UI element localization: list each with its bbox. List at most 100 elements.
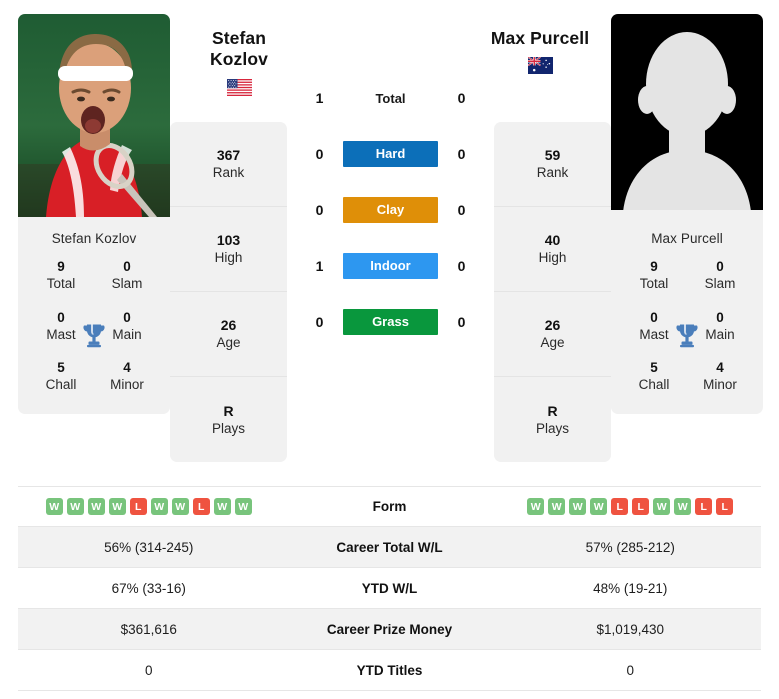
- titles-grid-right: 9 Total 0 Slam 0 Mast 0 Main 5 Chall 4 M…: [611, 258, 763, 414]
- flag-us-icon: [226, 78, 252, 96]
- trophy-icon: [675, 322, 699, 348]
- info-card-right: 59 Rank 40 High 26 Age R Plays: [494, 122, 611, 462]
- form-chip: W: [569, 498, 587, 515]
- h2h-row-indoor: 1 Indoor 0: [300, 238, 482, 294]
- title-stat-total: 9 Total: [621, 258, 687, 293]
- surface-badge-clay[interactable]: Clay: [343, 197, 438, 223]
- player-title-line1: Max Purcell: [490, 28, 590, 48]
- title-label: Slam: [704, 276, 736, 292]
- form-chip: W: [527, 498, 545, 515]
- h2h-row-grass: 0 Grass 0: [300, 294, 482, 350]
- info-row-age: 26 Age: [170, 292, 287, 377]
- info-row-rank: 59 Rank: [494, 122, 611, 207]
- info-label: High: [538, 250, 567, 266]
- player-photo-right: [611, 14, 763, 217]
- form-chip: L: [192, 498, 210, 515]
- info-label: Plays: [211, 420, 245, 436]
- info-row-plays: R Plays: [170, 377, 287, 462]
- info-row-high: 103 High: [170, 207, 287, 292]
- h2h-surface-cell: Clay: [335, 197, 447, 223]
- form-chip: W: [66, 498, 84, 515]
- h2h-surface-label: Total: [375, 90, 406, 106]
- h2h-surface-cell: Grass: [335, 309, 447, 335]
- stat-value-right: 48% (19-21): [593, 580, 668, 596]
- info-value: 59: [544, 147, 561, 164]
- h2h-left-score: 0: [315, 146, 324, 162]
- form-chip: L: [695, 498, 713, 515]
- form-chip: L: [129, 498, 147, 515]
- title-stat-slam: 0 Slam: [94, 258, 160, 293]
- title-label: Minor: [703, 377, 737, 393]
- title-stat-total: 9 Total: [28, 258, 94, 293]
- trophy-icon: [82, 322, 106, 348]
- h2h-right-score: 0: [457, 258, 466, 274]
- surface-badge-grass[interactable]: Grass: [343, 309, 438, 335]
- stat-label: Career Total W/L: [336, 539, 443, 555]
- table-row-career-total-wl: 56% (314-245) Career Total W/L 57% (285-…: [18, 527, 761, 568]
- info-value: 40: [544, 232, 561, 249]
- title-value: 0: [716, 259, 724, 274]
- form-chip: W: [590, 498, 608, 515]
- player-comparison-page: Stefan Kozlov 9 Total 0 Slam 0 Mast 0 Ma…: [0, 0, 779, 699]
- form-chip: L: [716, 498, 734, 515]
- player-card-left[interactable]: Stefan Kozlov 9 Total 0 Slam 0 Mast 0 Ma…: [18, 14, 170, 414]
- h2h-right-score: 0: [457, 90, 466, 106]
- title-value: 4: [123, 360, 131, 376]
- form-chip: L: [632, 498, 650, 515]
- info-label: Plays: [535, 420, 569, 436]
- title-stat-minor: 4 Minor: [687, 359, 753, 394]
- player-photo-left: [18, 14, 170, 217]
- form-chip: W: [171, 498, 189, 515]
- titles-grid-left: 9 Total 0 Slam 0 Mast 0 Main 5 Chall 4 M…: [18, 258, 170, 414]
- title-label: Total: [46, 276, 76, 292]
- h2h-row-hard: 0 Hard 0: [300, 126, 482, 182]
- info-label: Rank: [212, 165, 245, 181]
- form-chip: W: [674, 498, 692, 515]
- stat-value-left: 67% (33-16): [111, 580, 186, 596]
- stat-label: Career Prize Money: [326, 621, 453, 637]
- form-chip: W: [45, 498, 63, 515]
- info-label: Age: [540, 335, 565, 351]
- title-label: Minor: [110, 377, 144, 393]
- player-card-right[interactable]: Max Purcell 9 Total 0 Slam 0 Mast 0 Main: [611, 14, 763, 414]
- stat-label-form: Form: [372, 499, 407, 514]
- title-value: 9: [57, 259, 65, 274]
- form-chip: W: [548, 498, 566, 515]
- info-value: 26: [220, 317, 237, 334]
- title-value: 0: [123, 259, 131, 274]
- title-stat-slam: 0 Slam: [687, 258, 753, 293]
- info-label: Rank: [536, 165, 569, 181]
- surface-badge-indoor[interactable]: Indoor: [343, 253, 438, 279]
- title-label: Total: [639, 276, 669, 292]
- form-left: W W W W L W W L W W: [18, 498, 280, 515]
- stat-value-left: 0: [144, 662, 153, 678]
- stat-label: YTD W/L: [361, 580, 418, 596]
- player-header-right: Max Purcell: [455, 28, 625, 75]
- h2h-left-score: 0: [315, 202, 324, 218]
- form-chip: W: [87, 498, 105, 515]
- stat-value-right: 57% (285-212): [585, 539, 675, 555]
- info-row-age: 26 Age: [494, 292, 611, 377]
- title-label: Chall: [45, 377, 77, 393]
- stat-value-left: 56% (314-245): [104, 539, 194, 555]
- h2h-row-clay: 0 Clay 0: [300, 182, 482, 238]
- h2h-surface-cell: Indoor: [335, 253, 447, 279]
- player-name-left: Stefan Kozlov: [51, 231, 137, 246]
- form-strip-right: W W W W L L W W L L: [527, 498, 734, 515]
- form-chip: W: [653, 498, 671, 515]
- title-stat-chall: 5 Chall: [621, 359, 687, 394]
- player-header-left: Stefan Kozlov: [154, 28, 324, 96]
- form-chip: W: [213, 498, 231, 515]
- title-label: Slam: [111, 276, 143, 292]
- surface-badge-hard[interactable]: Hard: [343, 141, 438, 167]
- form-right: W W W W L L W W L L: [500, 498, 762, 515]
- form-chip: W: [108, 498, 126, 515]
- title-label: Chall: [638, 377, 670, 393]
- comparison-section: Stefan Kozlov 9 Total 0 Slam 0 Mast 0 Ma…: [0, 0, 779, 474]
- h2h-right-score: 0: [457, 146, 466, 162]
- player-title-line2: Kozlov: [210, 49, 268, 70]
- info-row-rank: 367 Rank: [170, 122, 287, 207]
- table-row-ytd-wl: 67% (33-16) YTD W/L 48% (19-21): [18, 568, 761, 609]
- info-row-high: 40 High: [494, 207, 611, 292]
- form-chip: W: [234, 498, 252, 515]
